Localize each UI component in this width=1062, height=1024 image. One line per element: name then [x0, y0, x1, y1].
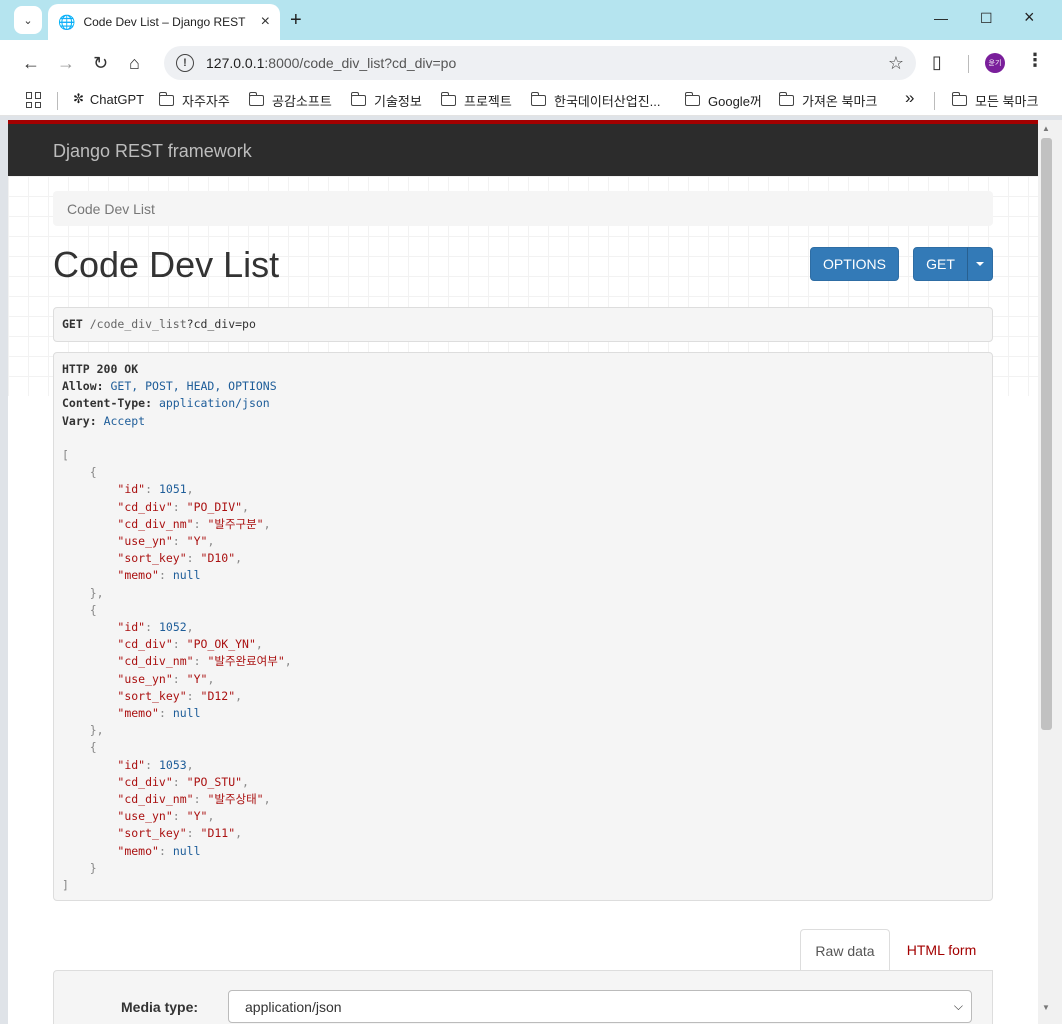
get-format-dropdown[interactable] [967, 247, 993, 281]
tab-html-form[interactable]: HTML form [894, 929, 989, 971]
menu-icon[interactable]: ⋮ [1026, 50, 1044, 71]
reload-icon[interactable]: ↻ [93, 52, 108, 74]
home-icon[interactable]: ⌂ [129, 52, 140, 74]
new-tab-button[interactable]: + [290, 8, 302, 32]
folder-icon [684, 92, 700, 106]
get-button[interactable]: GET [913, 247, 968, 281]
caret-down-icon [976, 262, 984, 266]
bookmark-folder[interactable]: 한국데이터산업진... [530, 91, 661, 110]
chevron-down-icon: ⌄ [23, 14, 33, 27]
folder-icon [350, 92, 366, 106]
scrollbar-thumb[interactable] [1041, 138, 1052, 730]
browser-toolbar: ← → ↻ ⌂ ! 127.0.0.1:8000/code_div_list?c… [0, 40, 1062, 86]
maximize-icon[interactable]: ☐ [980, 10, 993, 27]
navbar: Django REST framework [8, 124, 1038, 176]
folder-icon [158, 92, 174, 106]
forward-icon[interactable]: → [57, 52, 75, 74]
bookmark-folder[interactable]: 자주자주 [158, 91, 230, 110]
response-info: HTTP 200 OK Allow: GET, POST, HEAD, OPTI… [53, 352, 993, 901]
back-icon[interactable]: ← [22, 52, 40, 74]
bookmark-divider [934, 92, 935, 110]
bookmark-folder[interactable]: 기술정보 [350, 91, 422, 110]
folder-icon [778, 92, 794, 106]
globe-icon: 🌐 [58, 13, 76, 30]
request-info: GET /code_div_list?cd_div=po [53, 307, 993, 342]
more-bookmarks-icon[interactable]: » [905, 88, 914, 108]
page-title: Code Dev List [53, 244, 280, 285]
tab-search-button[interactable]: ⌄ [14, 6, 42, 34]
page-viewport: Django REST framework Code Dev List Code… [8, 120, 1038, 1024]
profile-avatar[interactable]: 윤기 [985, 53, 1005, 73]
options-button[interactable]: OPTIONS [810, 247, 899, 281]
extensions-icon[interactable]: ▯ [932, 52, 942, 73]
browser-tab[interactable]: 🌐 Code Dev List – Django REST f × [48, 4, 280, 40]
bookmark-divider [57, 92, 58, 110]
scroll-up-arrow-icon[interactable]: ▲ [1042, 124, 1050, 133]
site-info-icon[interactable]: ! [176, 54, 194, 72]
scroll-down-arrow-icon[interactable]: ▼ [1042, 1003, 1050, 1012]
folder-icon [440, 92, 456, 106]
media-type-label: Media type: [121, 999, 199, 1015]
bookmark-all-folder[interactable]: 모든 북마크 [951, 91, 1038, 110]
tab-title: Code Dev List – Django REST f [83, 15, 248, 29]
tab-strip: ⌄ 🌐 Code Dev List – Django REST f × + — … [0, 0, 1062, 40]
navbar-brand[interactable]: Django REST framework [53, 141, 252, 162]
chevron-down-icon: ⌵ [953, 999, 963, 1013]
url-text[interactable]: 127.0.0.1:8000/code_div_list?cd_div=po [206, 55, 456, 71]
media-type-select[interactable]: application/json ⌵ [228, 990, 972, 1023]
apps-icon[interactable] [26, 92, 42, 108]
bookmark-folder[interactable]: 프로젝트 [440, 91, 512, 110]
bookmark-folder[interactable]: 공감소프트 [248, 91, 332, 110]
response-status: HTTP 200 OK [62, 362, 139, 376]
media-type-value: application/json [245, 999, 342, 1015]
breadcrumb-item[interactable]: Code Dev List [67, 201, 155, 217]
breadcrumb: Code Dev List [53, 191, 993, 226]
bookmark-chatgpt[interactable]: ✼ ChatGPT [73, 91, 144, 107]
bookmark-folder[interactable]: Google꺼 [684, 91, 762, 110]
bookmark-folder[interactable]: 가져온 북마크 [778, 91, 877, 110]
close-window-icon[interactable]: × [1024, 7, 1035, 28]
folder-icon [530, 92, 546, 106]
folder-icon [951, 92, 967, 106]
folder-icon [248, 92, 264, 106]
openai-icon: ✼ [73, 91, 84, 106]
bookmark-star-icon[interactable]: ☆ [888, 53, 904, 74]
toolbar-divider [968, 55, 969, 73]
minimize-icon[interactable]: — [934, 10, 948, 26]
tab-raw-data[interactable]: Raw data [800, 929, 890, 971]
raw-data-form: Media type: application/json ⌵ [53, 970, 993, 1024]
address-bar[interactable]: ! 127.0.0.1:8000/code_div_list?cd_div=po… [164, 46, 916, 80]
close-tab-icon[interactable]: × [261, 14, 270, 30]
